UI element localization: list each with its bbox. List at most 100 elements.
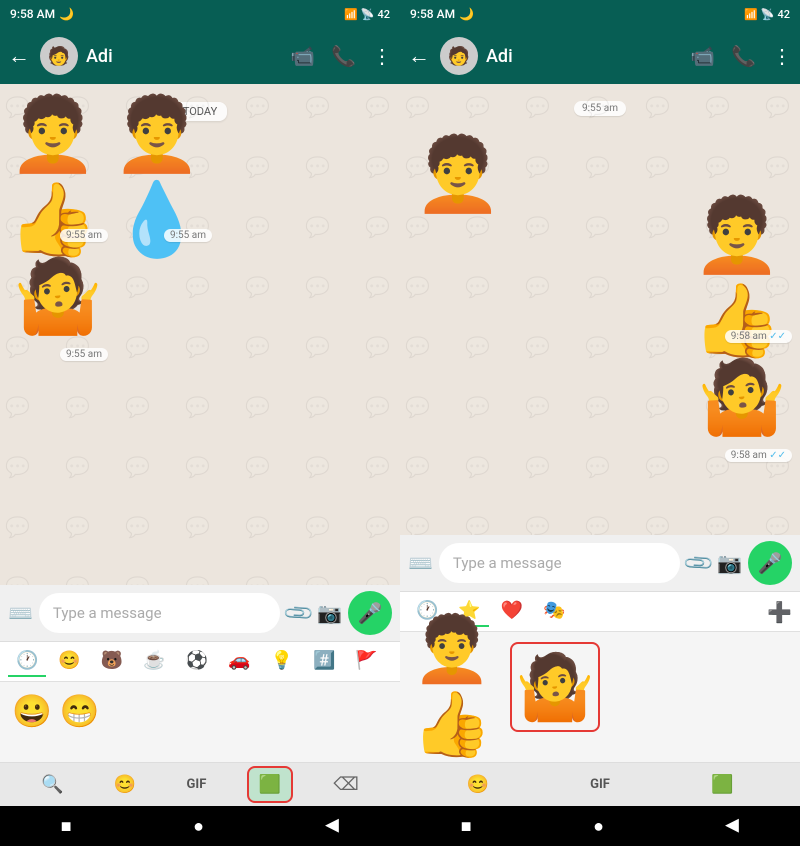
right-sticker-grid: 🧑‍🦱👍 🤷 bbox=[400, 632, 800, 762]
right-moon-icon: 🌙 bbox=[459, 7, 474, 21]
left-chat-area: TODAY 🧑‍🦱👍 9:55 am 🧑‍🦱💧 9:55 am 🤷 9:55 a… bbox=[0, 84, 400, 585]
right-sticker-tab-faces[interactable]: 🎭 bbox=[535, 596, 573, 627]
left-input-bar: ⌨️ Type a message 📎 📷 🎤 bbox=[0, 585, 400, 641]
left-avatar[interactable]: 🧑 bbox=[40, 37, 78, 75]
left-emoji-tab-flags[interactable]: 🚩 bbox=[347, 646, 385, 677]
right-msg-3: 🤷 9:58 am ✓✓ bbox=[692, 347, 792, 462]
right-kb-gif[interactable]: GIF bbox=[580, 771, 620, 798]
left-signal-icon: 📡 bbox=[361, 8, 375, 21]
right-chat-area: 9:55 am 🧑‍🦱 🧑‍🦱👍 9:58 am ✓✓ 🤷 9:58 am ✓✓ bbox=[400, 84, 800, 535]
right-call-button[interactable]: 📞 bbox=[731, 44, 756, 68]
left-emoji-tab-faces[interactable]: 😊 bbox=[50, 646, 88, 677]
right-keyboard-icon[interactable]: ⌨️ bbox=[408, 551, 433, 575]
right-status-bar: 9:58 AM 🌙 📶 📡 42 bbox=[400, 0, 800, 28]
left-wifi-icon: 📶 bbox=[344, 8, 358, 21]
left-sticker-2: 🧑‍🦱💧 bbox=[112, 127, 212, 227]
right-time-2: 9:58 am ✓✓ bbox=[725, 330, 792, 343]
right-mic-icon: 🎤 bbox=[758, 551, 783, 575]
left-input-placeholder: Type a message bbox=[53, 604, 162, 622]
left-mic-button[interactable]: 🎤 bbox=[348, 591, 392, 635]
left-emoji-tab-recents[interactable]: 🕐 bbox=[8, 646, 46, 677]
left-keyboard-bar: 🔍 😊 GIF 🟩 ⌫ bbox=[0, 762, 400, 806]
left-status-bar: 9:58 AM 🌙 📶 📡 42 bbox=[0, 0, 400, 28]
left-video-call-button[interactable]: 📹 bbox=[290, 44, 315, 68]
left-nav-square[interactable]: ■ bbox=[61, 816, 72, 837]
right-msg-1: 🧑‍🦱 bbox=[408, 124, 508, 224]
left-emoji-tab-objects[interactable]: 💡 bbox=[263, 646, 301, 677]
left-sticker-row-1: 🧑‍🦱👍 9:55 am 🧑‍🦱💧 9:55 am bbox=[8, 127, 392, 242]
left-sticker-3: 🤷 bbox=[8, 246, 108, 346]
right-keyboard-bar: 😊 GIF 🟩 bbox=[400, 762, 800, 806]
left-message-input[interactable]: Type a message bbox=[39, 593, 280, 633]
left-time: 9:58 AM bbox=[10, 7, 55, 21]
right-nav-triangle[interactable]: ▶ bbox=[725, 816, 739, 837]
left-camera-icon[interactable]: 📷 bbox=[317, 601, 342, 625]
right-attach-icon[interactable]: 📎 bbox=[681, 546, 716, 581]
left-emoji-panel: 🕐 😊 🐻 ☕ ⚽ 🚗 💡 #️⃣ 🚩 😀 😁 bbox=[0, 641, 400, 762]
right-camera-icon[interactable]: 📷 bbox=[717, 551, 742, 575]
left-emoji-1[interactable]: 😀 bbox=[12, 692, 52, 752]
right-panel: 9:58 AM 🌙 📶 📡 42 ← 🧑 Adi 📹 📞 ⋮ 9:55 am 🧑… bbox=[400, 0, 800, 846]
left-emoji-tab-symbols[interactable]: #️⃣ bbox=[305, 646, 343, 677]
right-more-button[interactable]: ⋮ bbox=[772, 44, 792, 68]
left-emoji-tab-food[interactable]: ☕ bbox=[135, 646, 173, 677]
right-wifi-icon: 📶 bbox=[744, 8, 758, 21]
left-battery: 42 bbox=[377, 8, 390, 21]
right-kb-sticker[interactable]: 🟩 bbox=[701, 768, 743, 801]
left-kb-gif[interactable]: GIF bbox=[177, 771, 217, 798]
right-msg-3-row: 🤷 9:58 am ✓✓ bbox=[408, 347, 792, 462]
left-msg-3: 🤷 9:55 am bbox=[8, 246, 108, 361]
right-input-placeholder: Type a message bbox=[453, 554, 562, 572]
right-message-input[interactable]: Type a message bbox=[439, 543, 680, 583]
left-call-button[interactable]: 📞 bbox=[331, 44, 356, 68]
right-app-bar-icons: 📹 📞 ⋮ bbox=[690, 44, 792, 68]
right-video-call-button[interactable]: 📹 bbox=[690, 44, 715, 68]
right-sticker-shrug[interactable]: 🤷 bbox=[510, 642, 600, 732]
right-avatar[interactable]: 🧑 bbox=[440, 37, 478, 75]
right-contact-name[interactable]: Adi bbox=[486, 46, 682, 67]
right-sticker-panel: 🕐 ⭐ ❤️ 🎭 ➕ 🧑‍🦱👍 🤷 bbox=[400, 591, 800, 762]
right-input-bar: ⌨️ Type a message 📎 📷 🎤 bbox=[400, 535, 800, 591]
left-nav-circle[interactable]: ● bbox=[193, 816, 204, 837]
right-sticker-add[interactable]: ➕ bbox=[767, 600, 792, 624]
right-kb-emoji[interactable]: 😊 bbox=[457, 768, 499, 801]
left-emoji-tab-travel[interactable]: 🚗 bbox=[220, 646, 258, 677]
right-time-bubble: 9:55 am bbox=[408, 96, 792, 120]
left-emoji-tab-sports[interactable]: ⚽ bbox=[178, 646, 216, 677]
right-mic-button[interactable]: 🎤 bbox=[748, 541, 792, 585]
left-attach-icon[interactable]: 📎 bbox=[281, 596, 316, 631]
right-msg-2-row: 🧑‍🦱👍 9:58 am ✓✓ bbox=[408, 228, 792, 343]
left-time-1: 9:55 am bbox=[60, 229, 108, 242]
left-app-bar-icons: 📹 📞 ⋮ bbox=[290, 44, 392, 68]
left-keyboard-icon[interactable]: ⌨️ bbox=[8, 601, 33, 625]
left-nav-bar: ■ ● ▶ bbox=[0, 806, 400, 846]
left-time-3: 9:55 am bbox=[60, 348, 108, 361]
right-sticker-2: 🧑‍🦱👍 bbox=[692, 228, 792, 328]
left-kb-emoji[interactable]: 😊 bbox=[104, 768, 146, 801]
left-msg-row-3: 🤷 9:55 am bbox=[8, 246, 392, 361]
left-msg-2: 🧑‍🦱💧 9:55 am bbox=[112, 127, 212, 242]
left-emoji-2[interactable]: 😁 bbox=[60, 692, 100, 752]
left-nav-triangle[interactable]: ▶ bbox=[325, 816, 339, 837]
right-time: 9:58 AM bbox=[410, 7, 455, 21]
left-time-2: 9:55 am bbox=[164, 229, 212, 242]
left-kb-search[interactable]: 🔍 bbox=[31, 768, 73, 801]
left-contact-name[interactable]: Adi bbox=[86, 46, 282, 67]
right-nav-bar: ■ ● ▶ bbox=[400, 806, 800, 846]
right-sticker-thumb[interactable]: 🧑‍🦱👍 bbox=[412, 642, 502, 732]
left-sticker-1: 🧑‍🦱👍 bbox=[8, 127, 108, 227]
left-emoji-tab-animals[interactable]: 🐻 bbox=[93, 646, 131, 677]
left-emoji-content: 😀 😁 bbox=[0, 682, 400, 762]
left-back-button[interactable]: ← bbox=[8, 43, 30, 69]
right-nav-square[interactable]: ■ bbox=[461, 816, 472, 837]
left-kb-sticker[interactable]: 🟩 bbox=[247, 766, 293, 803]
left-emoji-tabs: 🕐 😊 🐻 ☕ ⚽ 🚗 💡 #️⃣ 🚩 bbox=[0, 642, 400, 682]
right-time-3: 9:58 am ✓✓ bbox=[725, 449, 792, 462]
right-nav-circle[interactable]: ● bbox=[593, 816, 604, 837]
right-sticker-3: 🤷 bbox=[692, 347, 792, 447]
right-back-button[interactable]: ← bbox=[408, 43, 430, 69]
left-kb-delete[interactable]: ⌫ bbox=[323, 768, 368, 801]
left-more-button[interactable]: ⋮ bbox=[372, 44, 392, 68]
left-panel: 9:58 AM 🌙 📶 📡 42 ← 🧑 Adi 📹 📞 ⋮ TODAY 🧑‍🦱… bbox=[0, 0, 400, 846]
right-signal-icon: 📡 bbox=[761, 8, 775, 21]
